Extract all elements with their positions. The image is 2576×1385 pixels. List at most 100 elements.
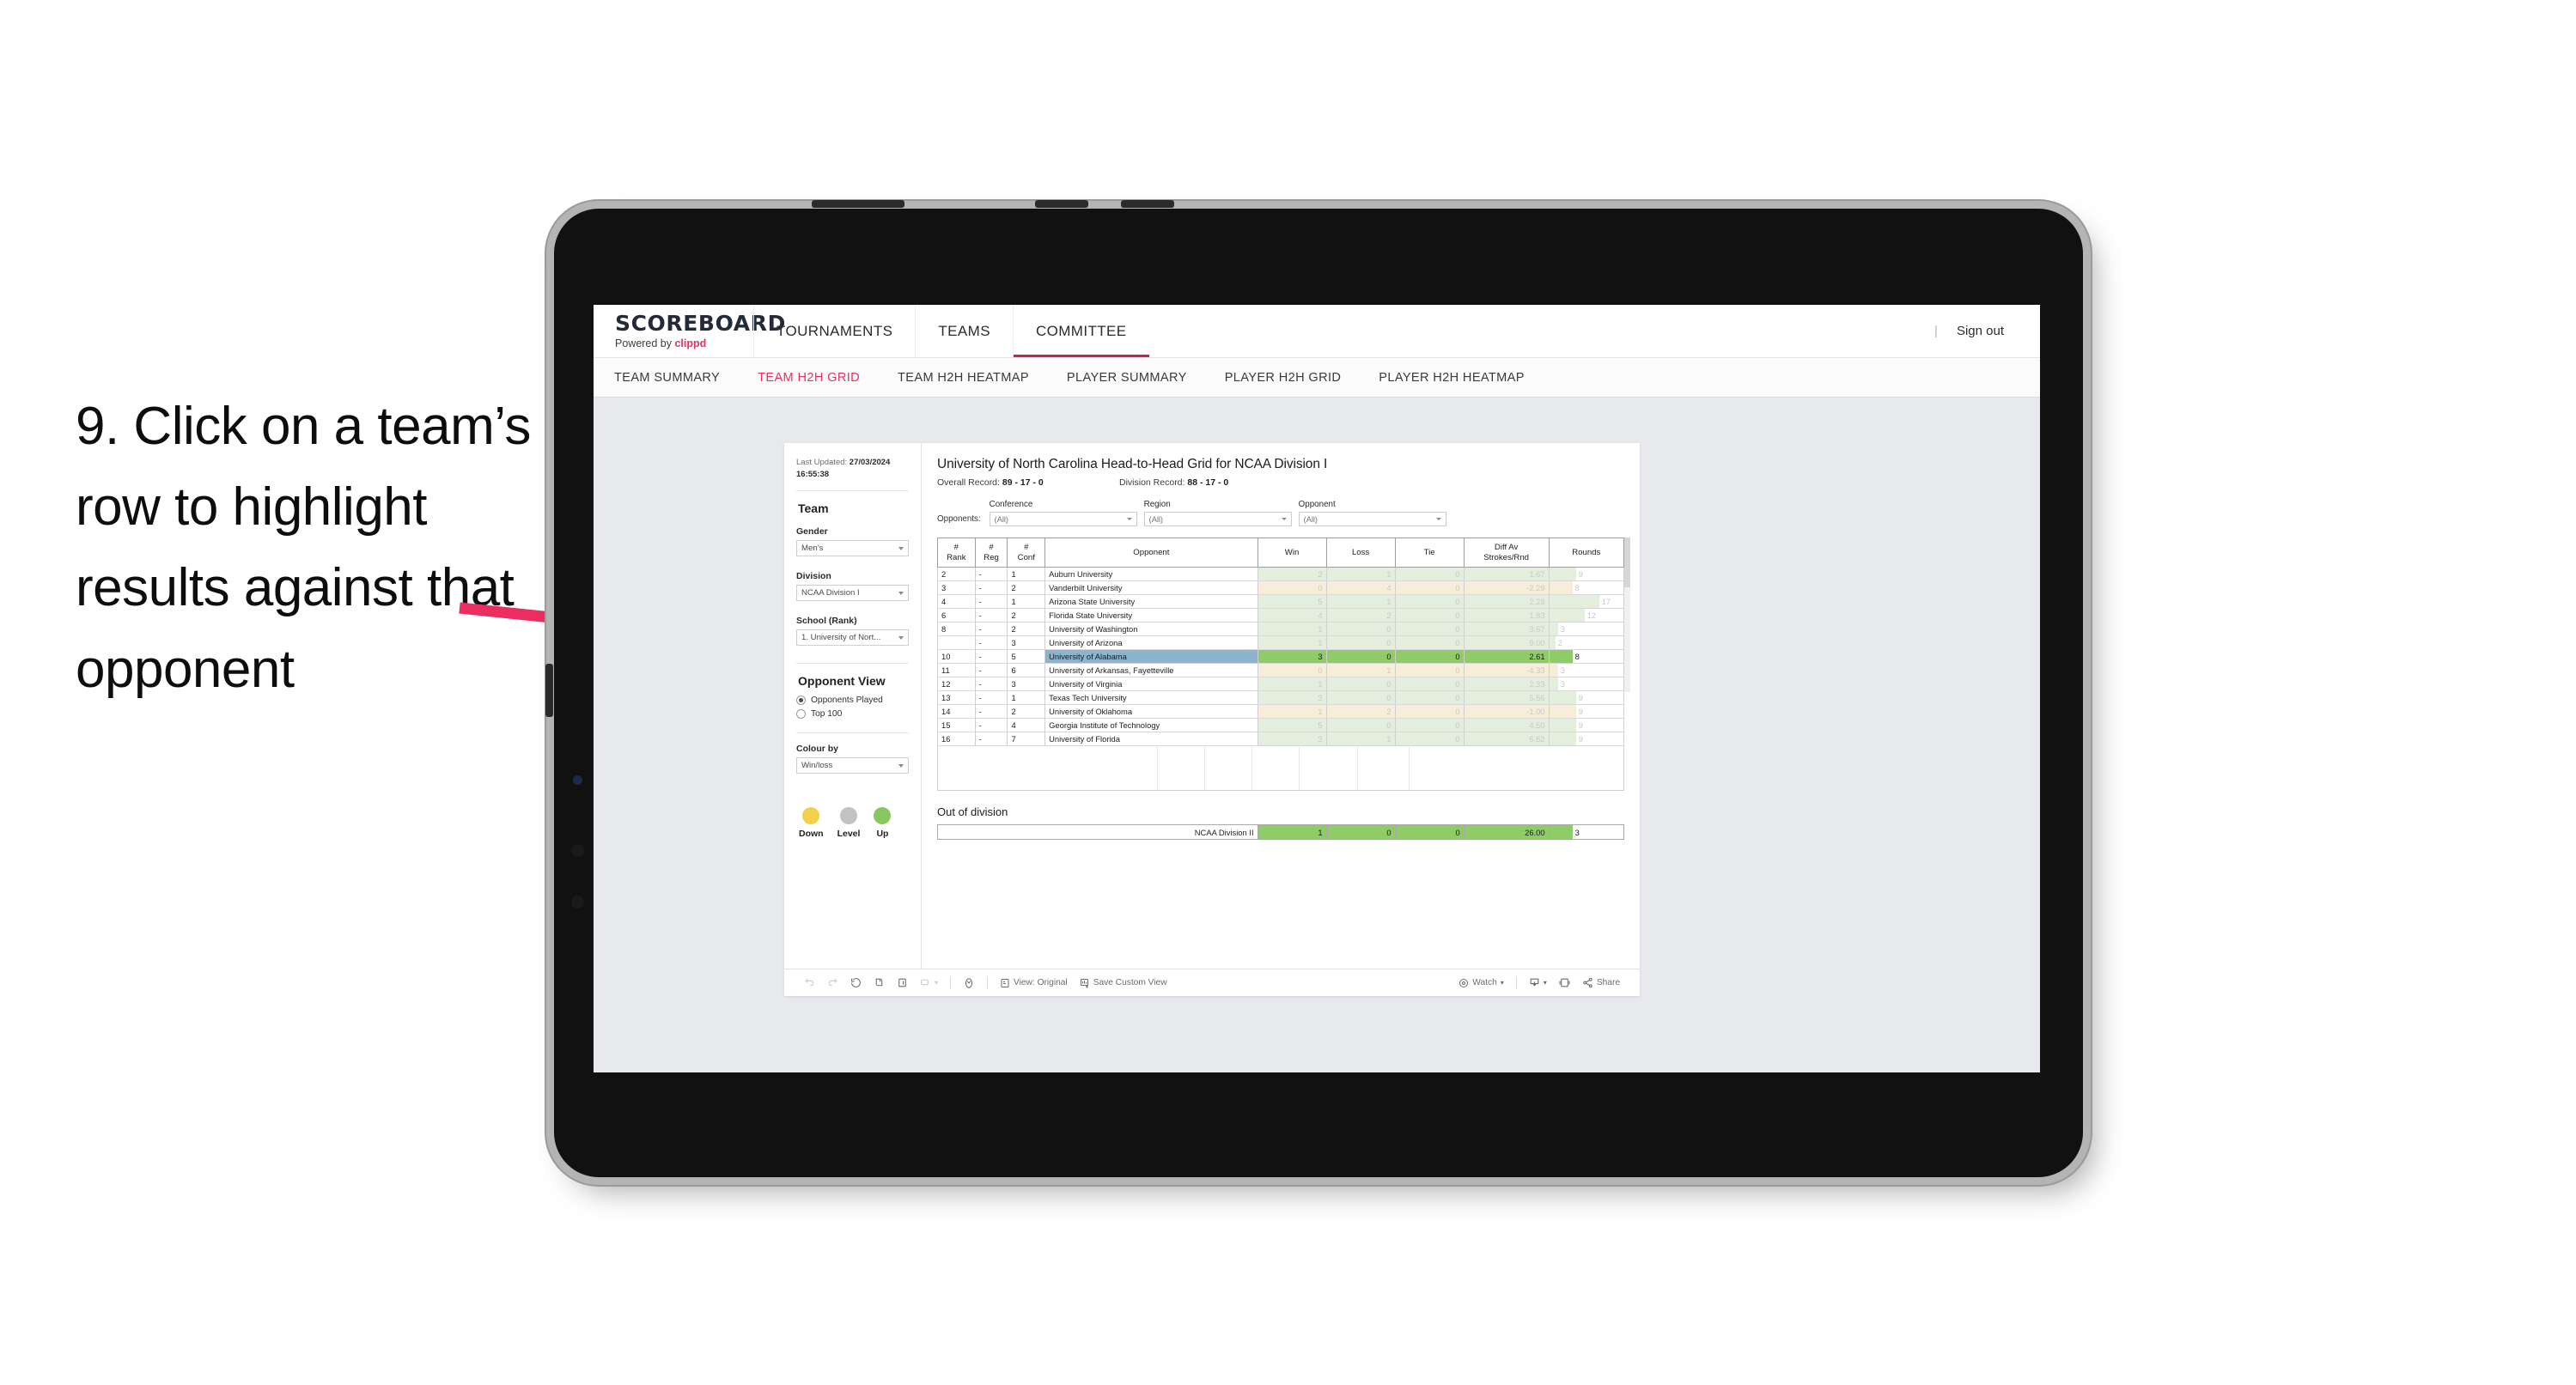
ood-diff: 26.00 <box>1463 824 1550 840</box>
radio-opponents-played[interactable]: Opponents Played <box>796 695 909 705</box>
fullscreen-button[interactable] <box>1553 977 1576 988</box>
col-rounds[interactable]: Rounds <box>1548 538 1625 568</box>
radio-top-100[interactable]: Top 100 <box>796 708 909 719</box>
watch-button[interactable]: Watch ▾ <box>1452 978 1510 988</box>
table-row[interactable]: 12-3 University of Virginia 1 0 0 2.33 3 <box>937 677 1625 691</box>
volume-down-button[interactable] <box>1121 200 1174 208</box>
legend-item-level: Level <box>837 806 861 839</box>
divider <box>987 976 989 989</box>
col-reg-line2: Reg <box>984 552 999 562</box>
school-select[interactable]: 1. University of Nort... <box>796 629 909 646</box>
cell-win: 1 <box>1257 677 1327 691</box>
region-select[interactable]: (All) <box>1143 512 1292 526</box>
col-opponent[interactable]: Opponent <box>1044 538 1258 568</box>
cell-reg: - <box>974 690 1008 705</box>
cell-diff: 1.83 <box>1463 608 1550 623</box>
nav-tournaments[interactable]: TOURNAMENTS <box>753 305 915 357</box>
cell-tie: 0 <box>1394 732 1465 746</box>
legend-item-down: Down <box>799 806 824 839</box>
col-loss[interactable]: Loss <box>1325 538 1396 568</box>
subnav-player-h2h-grid[interactable]: PLAYER H2H GRID <box>1225 371 1342 385</box>
cell-reg: - <box>974 594 1008 609</box>
cell-opponent: University of Washington <box>1044 622 1258 636</box>
subnav-team-h2h-grid[interactable]: TEAM H2H GRID <box>758 371 860 385</box>
table-row[interactable]: NCAA Division II 1 0 0 26.00 3 <box>937 824 1625 840</box>
cell-tie: 0 <box>1394 594 1465 609</box>
table-row[interactable]: -3 University of Arizona 1 0 0 9.00 2 <box>937 635 1625 650</box>
subnav-player-summary[interactable]: PLAYER SUMMARY <box>1067 371 1187 385</box>
cell-tie: 0 <box>1394 567 1465 581</box>
cell-rounds: 3 <box>1548 677 1625 691</box>
undo-button[interactable] <box>798 977 821 988</box>
table-row[interactable]: 3-2 Vanderbilt University 0 4 0 -2.29 8 <box>937 580 1625 595</box>
rounds-bar <box>1549 609 1585 622</box>
cell-reg: - <box>974 704 1008 719</box>
refresh-button[interactable] <box>868 977 891 988</box>
revert-button[interactable] <box>844 977 868 988</box>
division-select[interactable]: NCAA Division I <box>796 584 909 601</box>
conference-select[interactable]: (All) <box>989 512 1137 526</box>
devices-button[interactable] <box>957 977 981 989</box>
scrollbar-thumb[interactable] <box>1624 538 1630 587</box>
opponent-select[interactable]: (All) <box>1298 512 1446 526</box>
cell-reg: - <box>974 580 1008 595</box>
view-original-button[interactable]: View: Original <box>994 978 1074 988</box>
table-row[interactable]: 6-2 Florida State University 4 2 0 1.83 12 <box>937 608 1625 623</box>
table-row[interactable]: 10-5 University of Alabama 3 0 0 2.61 8 <box>937 649 1625 664</box>
col-tie[interactable]: Tie <box>1394 538 1465 568</box>
cell-reg: - <box>974 663 1008 677</box>
table-row[interactable]: 2-1 Auburn University 2 1 0 1.67 9 <box>937 567 1625 581</box>
power-button[interactable] <box>812 200 904 208</box>
app-logo[interactable]: SCOREBOARD Powered by clippd <box>594 305 785 357</box>
cell-rank: 6 <box>937 608 976 623</box>
col-diff[interactable]: Diff Av Strokes/Rnd <box>1463 538 1550 568</box>
subnav-team-h2h-heatmap[interactable]: TEAM H2H HEATMAP <box>898 371 1029 385</box>
subnav-team-summary[interactable]: TEAM SUMMARY <box>614 371 720 385</box>
table-vertical-scrollbar[interactable] <box>1624 538 1630 692</box>
conference-value: (All) <box>994 514 1008 524</box>
col-win[interactable]: Win <box>1257 538 1327 568</box>
table-row[interactable]: 11-6 University of Arkansas, Fayetteville… <box>937 663 1625 677</box>
sign-out-link[interactable]: Sign out <box>1957 324 2004 338</box>
radio-opponents-played-label: Opponents Played <box>811 695 883 705</box>
cell-reg: - <box>974 622 1008 636</box>
nav-teams[interactable]: TEAMS <box>915 305 1013 357</box>
region-value: (All) <box>1148 514 1163 524</box>
ood-tie: 0 <box>1394 824 1465 840</box>
cell-win: 1 <box>1257 704 1327 719</box>
legend-label-level: Level <box>837 828 861 839</box>
table-row[interactable]: 15-4 Georgia Institute of Technology 5 0 0 4.… <box>937 718 1625 732</box>
volume-up-button[interactable] <box>1035 200 1088 208</box>
redo-button[interactable] <box>821 977 844 988</box>
divider <box>796 489 909 491</box>
col-rank[interactable]: # Rank <box>937 538 976 568</box>
rounds-label: 2 <box>1557 638 1562 647</box>
nav-committee[interactable]: COMMITTEE <box>1012 305 1149 357</box>
cell-diff: 2.28 <box>1463 594 1550 609</box>
download-button[interactable]: ▾ <box>1523 977 1553 988</box>
colour-by-select[interactable]: Win/loss <box>796 756 909 774</box>
empty-cell <box>1205 746 1252 790</box>
gender-select[interactable]: Men’s <box>796 539 909 556</box>
table-row[interactable]: 4-1 Arizona State University 5 1 0 2.28 17 <box>937 594 1625 609</box>
cell-loss: 2 <box>1325 704 1396 719</box>
subnav-player-h2h-heatmap[interactable]: PLAYER H2H HEATMAP <box>1379 371 1525 385</box>
col-conf[interactable]: # Conf <box>1007 538 1046 568</box>
cell-conf: 3 <box>1007 677 1046 691</box>
alert-button[interactable]: ▾ <box>914 977 944 988</box>
cell-rounds: 9 <box>1548 690 1625 705</box>
chevron-down-icon: ▾ <box>1500 979 1504 987</box>
save-custom-view-button[interactable]: Save Custom View <box>1074 978 1173 988</box>
table-row[interactable]: 13-1 Texas Tech University 3 0 0 5.56 9 <box>937 690 1625 705</box>
rounds-label: 9 <box>1578 720 1583 730</box>
share-button[interactable]: Share <box>1576 977 1626 988</box>
cell-tie: 0 <box>1394 663 1465 677</box>
table-row[interactable]: 8-2 University of Washington 1 0 0 3.67 3 <box>937 622 1625 636</box>
col-reg[interactable]: # Reg <box>974 538 1008 568</box>
pause-button[interactable] <box>891 977 914 988</box>
divider <box>796 662 909 664</box>
table-row[interactable]: 16-7 University of Florida 3 1 0 6.62 9 <box>937 732 1625 746</box>
col-conf-line2: Conf <box>1017 552 1035 562</box>
table-row[interactable]: 14-2 University of Oklahoma 1 2 0 -1.00 9 <box>937 704 1625 719</box>
cell-win: 2 <box>1257 567 1327 581</box>
